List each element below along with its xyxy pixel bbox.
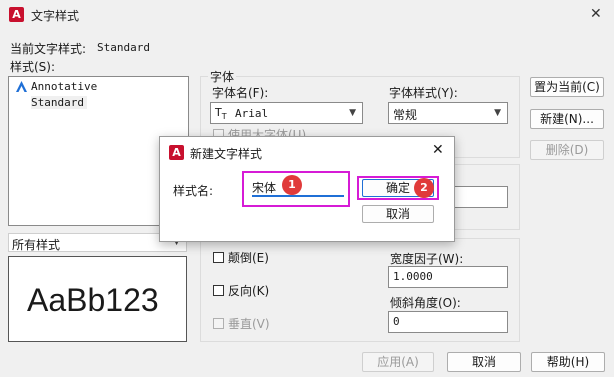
styles-label: 样式(S):: [10, 60, 56, 74]
autocad-icon: A: [169, 145, 184, 160]
font-name-select[interactable]: TT Arial ▼: [210, 102, 363, 124]
font-style-value: 常规: [393, 108, 418, 122]
chevron-down-icon: ▼: [349, 108, 356, 118]
style-name-label: 样式名:: [173, 184, 214, 198]
backwards-checkbox[interactable]: [213, 285, 224, 296]
dialog-cancel-button[interactable]: 取消: [362, 205, 434, 223]
autocad-icon: A: [9, 7, 24, 22]
dialog-title: 新建文字样式: [190, 147, 263, 161]
width-factor-label: 宽度因子(W):: [390, 252, 464, 266]
style-filter-value: 所有样式: [12, 238, 61, 252]
backwards-label: 反向(K): [228, 284, 270, 298]
vertical-label: 垂直(V): [228, 317, 270, 331]
font-name-label: 字体名(F):: [212, 86, 269, 100]
list-item-standard[interactable]: Standard: [31, 96, 87, 109]
current-style-value: Standard: [97, 41, 150, 54]
font-style-select[interactable]: 常规 ▼: [388, 102, 508, 124]
oblique-input[interactable]: 0: [388, 311, 508, 333]
step-badge-1: 1: [282, 175, 302, 195]
list-item-annotative[interactable]: Annotative: [31, 80, 97, 93]
new-style-dialog: A 新建文字样式 ✕ 样式名: 宋体 1 确定 2 取消: [159, 136, 455, 242]
truetype-icon: TT: [215, 106, 227, 122]
window-title: 文字样式: [31, 9, 80, 23]
font-name-value: Arial: [235, 107, 269, 120]
preview-sample: AaBb123: [27, 282, 159, 318]
chevron-down-icon: ▼: [494, 108, 501, 118]
apply-button[interactable]: 应用(A): [362, 352, 434, 372]
cancel-button[interactable]: 取消: [447, 352, 521, 372]
upside-down-label: 颠倒(E): [228, 251, 269, 265]
delete-button[interactable]: 删除(D): [530, 140, 604, 160]
set-current-button[interactable]: 置为当前(C): [530, 77, 604, 97]
current-style-label: 当前文字样式:: [10, 42, 87, 56]
close-icon[interactable]: ✕: [590, 6, 602, 22]
style-name-value: 宋体: [252, 181, 277, 195]
width-factor-input[interactable]: 1.0000: [388, 266, 508, 288]
annotative-icon: [16, 81, 27, 95]
step-badge-2: 2: [414, 178, 434, 198]
help-button[interactable]: 帮助(H): [531, 352, 605, 372]
font-group-title: 字体: [208, 68, 237, 85]
close-icon[interactable]: ✕: [432, 142, 444, 158]
preview-box: AaBb123: [8, 256, 187, 342]
title-bar: A 文字样式 ✕: [0, 0, 614, 30]
new-style-button[interactable]: 新建(N)...: [530, 109, 604, 129]
font-style-label: 字体样式(Y):: [389, 86, 458, 100]
oblique-label: 倾斜角度(O):: [390, 296, 461, 310]
vertical-checkbox[interactable]: [213, 318, 224, 329]
upside-down-checkbox[interactable]: [213, 252, 224, 263]
